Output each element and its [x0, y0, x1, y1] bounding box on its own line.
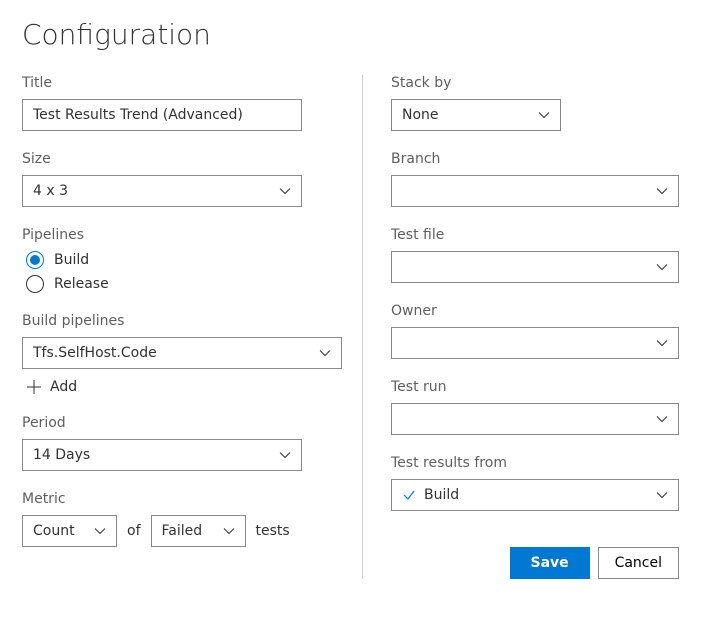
- metric-status-select[interactable]: Failed: [151, 515, 246, 547]
- chevron-down-icon: [94, 525, 106, 537]
- branch-select[interactable]: [391, 175, 679, 207]
- size-label: Size: [22, 151, 334, 167]
- metric-label: Metric: [22, 491, 334, 507]
- chevron-down-icon: [656, 489, 668, 501]
- metric-of-text: of: [127, 523, 141, 539]
- test-file-label: Test file: [391, 227, 679, 243]
- metric-tests-text: tests: [256, 523, 290, 539]
- chevron-down-icon: [656, 413, 668, 425]
- chevron-down-icon: [279, 449, 291, 461]
- radio-label-release: Release: [54, 276, 109, 292]
- metric-count-select[interactable]: Count: [22, 515, 117, 547]
- chevron-down-icon: [538, 109, 550, 121]
- build-pipelines-value: Tfs.SelfHost.Code: [33, 345, 157, 361]
- plus-icon: [26, 379, 42, 395]
- owner-select[interactable]: [391, 327, 679, 359]
- size-value: 4 x 3: [33, 183, 68, 199]
- period-label: Period: [22, 415, 334, 431]
- page-title: Configuration: [22, 18, 679, 51]
- test-run-select[interactable]: [391, 403, 679, 435]
- cancel-button[interactable]: Cancel: [598, 547, 679, 579]
- period-value: 14 Days: [33, 447, 90, 463]
- chevron-down-icon: [223, 525, 235, 537]
- radio-icon: [26, 275, 44, 293]
- pipelines-label: Pipelines: [22, 227, 334, 243]
- pipelines-radio-release[interactable]: Release: [22, 275, 334, 293]
- chevron-down-icon: [656, 337, 668, 349]
- pipelines-radio-build[interactable]: Build: [22, 251, 334, 269]
- period-select[interactable]: 14 Days: [22, 439, 302, 471]
- test-file-select[interactable]: [391, 251, 679, 283]
- radio-label-build: Build: [54, 252, 89, 268]
- stack-by-select[interactable]: None: [391, 99, 561, 131]
- chevron-down-icon: [656, 185, 668, 197]
- size-select[interactable]: 4 x 3: [22, 175, 302, 207]
- chevron-down-icon: [319, 347, 331, 359]
- chevron-down-icon: [279, 185, 291, 197]
- metric-status-value: Failed: [162, 523, 203, 539]
- title-input[interactable]: [22, 99, 302, 131]
- owner-label: Owner: [391, 303, 679, 319]
- results-from-label: Test results from: [391, 455, 679, 471]
- metric-count-value: Count: [33, 523, 75, 539]
- chevron-down-icon: [656, 261, 668, 273]
- results-from-value: Build: [424, 487, 459, 503]
- branch-label: Branch: [391, 151, 679, 167]
- add-label: Add: [50, 379, 77, 395]
- stack-by-value: None: [402, 107, 439, 123]
- stack-by-label: Stack by: [391, 75, 679, 91]
- check-icon: [402, 488, 416, 502]
- build-pipelines-label: Build pipelines: [22, 313, 334, 329]
- save-button[interactable]: Save: [510, 547, 590, 579]
- title-label: Title: [22, 75, 334, 91]
- radio-icon: [26, 251, 44, 269]
- add-pipeline-button[interactable]: Add: [22, 379, 334, 395]
- results-from-select[interactable]: Build: [391, 479, 679, 511]
- build-pipelines-select[interactable]: Tfs.SelfHost.Code: [22, 337, 342, 369]
- test-run-label: Test run: [391, 379, 679, 395]
